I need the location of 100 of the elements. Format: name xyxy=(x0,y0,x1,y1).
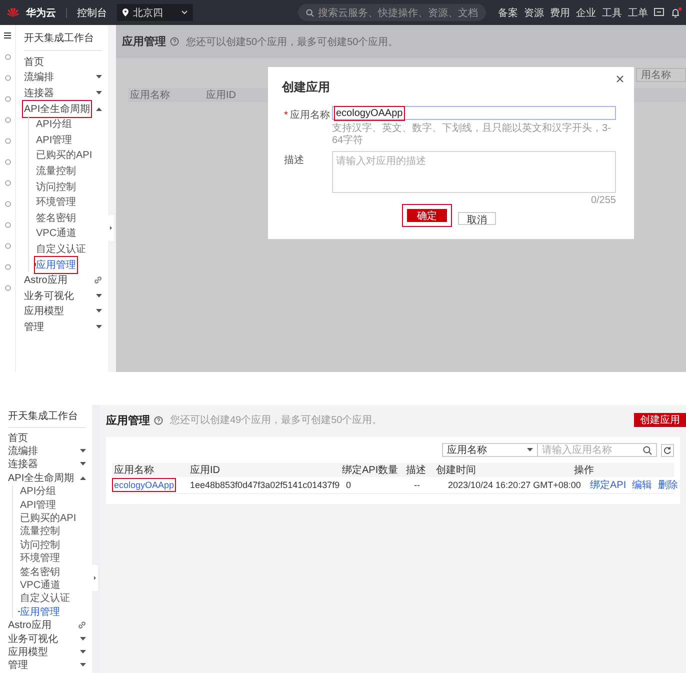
sidebar-item[interactable]: 首页 xyxy=(24,54,44,69)
caret-icon[interactable] xyxy=(96,90,102,95)
search-icon xyxy=(306,8,314,16)
name-field[interactable]: ecologyOAApp xyxy=(332,106,616,120)
confirm-button[interactable]: 确定 xyxy=(407,209,447,222)
nav-link[interactable]: 工单 xyxy=(628,6,648,20)
nav-link[interactable]: 工具 xyxy=(602,6,622,20)
sidebar-subitem[interactable]: 签名密钥 xyxy=(36,210,76,225)
sidebar-item[interactable]: API全生命周期 xyxy=(8,470,74,485)
region-select[interactable]: 北京四 xyxy=(117,4,193,21)
nav-link[interactable]: 资源 xyxy=(524,6,544,20)
filter-select[interactable]: 用名称 xyxy=(636,68,686,82)
action-link[interactable]: 绑定API xyxy=(590,478,626,492)
sidebar-subitem[interactable]: API管理 xyxy=(20,498,56,512)
create-button[interactable]: 创建应用 xyxy=(634,413,686,427)
sidebar-subitem[interactable]: 应用管理 xyxy=(20,604,60,619)
link-icon[interactable] xyxy=(78,621,86,630)
brand-name[interactable]: 华为云 xyxy=(26,6,56,20)
sidebar-item[interactable]: 连接器 xyxy=(24,86,54,100)
circle-icon[interactable] xyxy=(4,75,10,81)
logo-icon[interactable] xyxy=(6,7,20,18)
nav-link[interactable]: 企业 xyxy=(576,6,596,20)
sidebar-subitem[interactable]: 已购买的API xyxy=(20,511,76,526)
sidebar-subitem[interactable]: API分组 xyxy=(36,117,72,132)
caret-icon[interactable] xyxy=(80,636,86,641)
sidebar-subitem[interactable]: 已购买的API xyxy=(36,148,92,162)
sidebar-subitem[interactable]: 自定义认证 xyxy=(20,591,70,606)
circle-icon[interactable] xyxy=(4,159,10,165)
circle-icon[interactable] xyxy=(4,54,10,60)
sidebar-item[interactable]: 流编排 xyxy=(8,444,38,458)
action-link[interactable]: 删除 xyxy=(658,478,678,492)
help-icon[interactable] xyxy=(170,37,179,46)
sidebar-item[interactable]: 业务可视化 xyxy=(8,632,58,646)
sidebar-subitem[interactable]: 环境管理 xyxy=(36,195,76,210)
caret-icon[interactable] xyxy=(96,294,102,298)
console-link[interactable]: 控制台 xyxy=(77,6,107,20)
column-header: 创建时间 xyxy=(435,464,477,477)
sidebar-subitem[interactable]: 流量控制 xyxy=(36,164,76,178)
caret-icon[interactable] xyxy=(80,663,86,668)
nav-link[interactable]: 备案 xyxy=(498,6,518,20)
sidebar-subitem[interactable]: 访问控制 xyxy=(20,538,60,552)
caret-icon[interactable] xyxy=(80,476,86,480)
caret-icon[interactable] xyxy=(80,462,86,466)
caret-icon[interactable] xyxy=(80,650,86,654)
sidebar-subitem[interactable]: 环境管理 xyxy=(20,551,60,566)
collapse-handle[interactable] xyxy=(108,215,114,241)
circle-icon[interactable] xyxy=(4,117,10,123)
link-icon[interactable] xyxy=(94,276,102,284)
sidebar-subitem[interactable]: 签名密钥 xyxy=(20,564,60,579)
sidebar-subitem[interactable]: VPC通道 xyxy=(20,578,61,592)
caret-icon[interactable] xyxy=(96,324,102,329)
app-name-link[interactable]: ecologyOAApp xyxy=(114,480,174,490)
sidebar-item[interactable]: API全生命周期 xyxy=(24,102,90,116)
action-link[interactable]: 编辑 xyxy=(632,478,652,492)
circle-icon[interactable] xyxy=(4,264,10,270)
sidebar-item[interactable]: 管理 xyxy=(24,320,44,334)
collapse-handle[interactable] xyxy=(92,565,98,591)
help-icon[interactable] xyxy=(154,416,163,424)
bell-icon[interactable] xyxy=(670,7,682,18)
sidebar-subitem[interactable]: 访问控制 xyxy=(36,180,76,194)
circle-icon[interactable] xyxy=(4,180,10,186)
sidebar-subitem[interactable]: API管理 xyxy=(36,132,72,147)
table-cell-text: 0 xyxy=(346,480,352,490)
menu-icon[interactable] xyxy=(4,32,11,39)
sidebar-subitem[interactable]: 自定义认证 xyxy=(36,242,86,256)
close-icon[interactable] xyxy=(616,75,624,83)
sidebar-subitem[interactable]: VPC通道 xyxy=(36,226,77,240)
circle-icon[interactable] xyxy=(4,96,10,102)
caret-icon[interactable] xyxy=(80,449,86,454)
column-header: 应用名称 xyxy=(113,464,155,477)
monitor-icon[interactable] xyxy=(654,8,664,17)
sidebar-item[interactable]: 管理 xyxy=(8,658,28,672)
circle-icon[interactable] xyxy=(4,138,10,144)
caret-icon[interactable] xyxy=(96,309,102,314)
sidebar-title: 开天集成工作台 xyxy=(8,410,79,424)
sidebar-item[interactable]: 首页 xyxy=(8,430,28,445)
sidebar-item[interactable]: 应用模型 xyxy=(24,304,64,318)
sidebar-item[interactable]: Astro应用 xyxy=(24,273,68,288)
circle-icon[interactable] xyxy=(4,243,10,249)
circle-icon[interactable] xyxy=(4,285,10,291)
filter-select[interactable]: 应用名称 xyxy=(442,443,538,457)
sidebar-item[interactable]: 应用模型 xyxy=(8,644,48,659)
cancel-button[interactable]: 取消 xyxy=(458,212,496,225)
caret-icon[interactable] xyxy=(96,106,102,111)
nav-link[interactable]: 费用 xyxy=(550,6,570,20)
sidebar-subitem[interactable]: 应用管理 xyxy=(36,258,76,272)
search-field[interactable]: 搜索云服务、快捷操作、资源、文档 xyxy=(298,4,486,21)
circle-icon[interactable] xyxy=(4,222,10,228)
caret-icon[interactable] xyxy=(96,75,102,80)
sidebar-item[interactable]: 连接器 xyxy=(8,457,38,472)
field-label: 描述 xyxy=(284,155,304,166)
sidebar-item[interactable]: Astro应用 xyxy=(8,618,52,632)
circle-icon[interactable] xyxy=(4,201,10,207)
sidebar-subitem[interactable]: 流量控制 xyxy=(20,524,60,538)
sidebar-item[interactable]: 流编排 xyxy=(24,70,54,84)
column-header: 应用ID xyxy=(205,88,237,102)
sidebar-subitem[interactable]: API分组 xyxy=(20,484,56,498)
sidebar-item[interactable]: 业务可视化 xyxy=(24,288,74,303)
refresh-icon[interactable] xyxy=(661,444,674,456)
page-title: 应用管理 xyxy=(122,34,166,49)
